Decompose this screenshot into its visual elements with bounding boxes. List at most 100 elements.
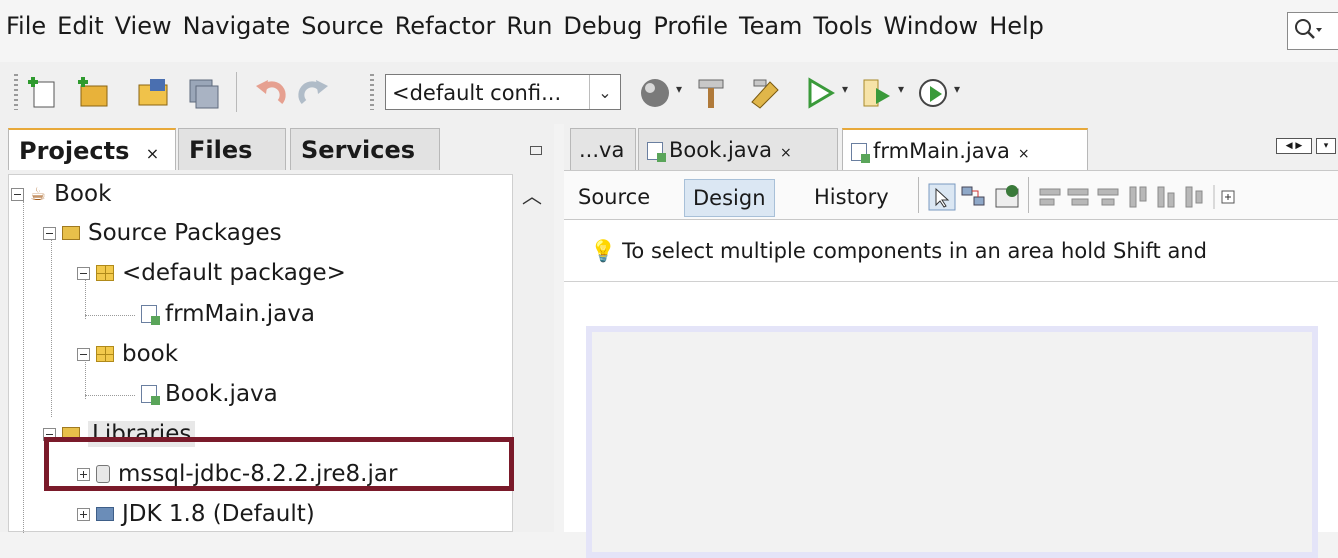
search-icon bbox=[1295, 19, 1322, 39]
tree-node-source-packages[interactable]: Source Packages bbox=[43, 214, 282, 252]
menu-help[interactable]: Help bbox=[989, 12, 1044, 40]
design-canvas[interactable] bbox=[564, 282, 1338, 558]
close-icon[interactable]: × bbox=[146, 144, 159, 163]
tree-guide bbox=[85, 395, 135, 396]
menu-window[interactable]: Window bbox=[884, 12, 979, 40]
menu-debug[interactable]: Debug bbox=[563, 12, 642, 40]
save-all-icon[interactable] bbox=[186, 76, 220, 110]
tree-node-default-package[interactable]: <default package> bbox=[77, 254, 346, 292]
tab-frmmain-java-label: frmMain.java bbox=[873, 139, 1010, 163]
coffee-cup-icon: ☕ bbox=[30, 183, 47, 205]
menu-refactor[interactable]: Refactor bbox=[395, 12, 496, 40]
tree-node-source-packages-label: Source Packages bbox=[88, 220, 282, 246]
expand-icon[interactable] bbox=[77, 507, 90, 521]
menu-source[interactable]: Source bbox=[301, 12, 383, 40]
tab-book-java[interactable]: Book.java × bbox=[638, 128, 838, 170]
tree-node-frmmain-label: frmMain.java bbox=[165, 301, 315, 327]
toolbar-separator bbox=[918, 177, 919, 213]
tab-files[interactable]: Files bbox=[178, 128, 286, 170]
tree-node-jdk[interactable]: JDK 1.8 (Default) bbox=[77, 495, 315, 533]
tree-node-frmmain[interactable]: frmMain.java bbox=[141, 295, 315, 333]
tree-node-book[interactable]: ☕ Book bbox=[11, 175, 111, 213]
menu-file[interactable]: File bbox=[6, 12, 46, 40]
menu-items: File Edit View Navigate Source Refactor … bbox=[6, 12, 1055, 40]
undo-icon[interactable] bbox=[254, 76, 288, 110]
build-hammer-icon[interactable] bbox=[694, 76, 728, 110]
form-file-icon bbox=[141, 305, 160, 325]
chevron-down-icon[interactable]: ⌄ bbox=[589, 75, 620, 109]
selection-mode-icon[interactable] bbox=[928, 183, 956, 211]
config-selector[interactable]: <default confi... ⌄ bbox=[385, 74, 621, 110]
tree-node-default-package-label: <default package> bbox=[122, 260, 346, 286]
minimize-panel-icon[interactable] bbox=[530, 146, 542, 155]
tree-node-book-java[interactable]: Book.java bbox=[141, 375, 278, 413]
highlight-box bbox=[44, 437, 514, 491]
debug-icon[interactable] bbox=[860, 76, 894, 110]
tree-node-book-package[interactable]: book bbox=[77, 335, 178, 373]
collapse-icon[interactable] bbox=[77, 347, 90, 361]
open-project-icon[interactable] bbox=[136, 76, 170, 110]
quick-search-box[interactable] bbox=[1287, 12, 1338, 50]
menu-navigate[interactable]: Navigate bbox=[183, 12, 291, 40]
menu-profile[interactable]: Profile bbox=[653, 12, 728, 40]
collapse-icon[interactable] bbox=[77, 266, 90, 280]
new-file-icon[interactable] bbox=[26, 76, 60, 110]
tab-services[interactable]: Services bbox=[290, 128, 440, 170]
profile-icon[interactable] bbox=[916, 76, 950, 110]
jdk-icon bbox=[96, 507, 114, 521]
form-file-icon bbox=[851, 143, 870, 163]
run-icon[interactable] bbox=[804, 76, 838, 110]
new-project-icon[interactable] bbox=[76, 76, 110, 110]
profile-dropdown-icon[interactable]: ▾ bbox=[954, 82, 960, 96]
java-file-icon bbox=[141, 385, 160, 405]
tab-book-java-label: Book.java bbox=[669, 138, 772, 162]
tab-services-label: Services bbox=[301, 136, 416, 164]
form-preview[interactable] bbox=[586, 326, 1318, 558]
tree-node-book-label: Book bbox=[54, 181, 112, 207]
editor-view-toolbar: Source Design History bbox=[564, 170, 1338, 220]
tree-guide bbox=[23, 201, 24, 533]
toolbar-separator bbox=[1028, 177, 1029, 213]
tab-files-label: Files bbox=[189, 136, 253, 164]
chevron-up-icon[interactable]: ︿ bbox=[522, 180, 542, 209]
view-design-button[interactable]: Design bbox=[684, 179, 775, 217]
config-value: <default confi... bbox=[392, 81, 562, 105]
editor-panel: ...va Book.java × frmMain.java × ◀ ▶ ▾ Sou… bbox=[564, 124, 1338, 558]
redo-icon[interactable] bbox=[296, 76, 330, 110]
preview-design-icon[interactable] bbox=[994, 183, 1022, 211]
run-dropdown-icon[interactable]: ▾ bbox=[842, 82, 848, 96]
tab-overflow-label: ...va bbox=[579, 138, 625, 162]
globe-icon[interactable] bbox=[638, 76, 672, 110]
menu-edit[interactable]: Edit bbox=[57, 12, 103, 40]
collapse-icon[interactable] bbox=[11, 187, 24, 201]
globe-dropdown-icon[interactable]: ▾ bbox=[676, 82, 682, 96]
menu-tools[interactable]: Tools bbox=[813, 12, 872, 40]
debug-dropdown-icon[interactable]: ▾ bbox=[898, 82, 904, 96]
view-source-button[interactable]: Source bbox=[570, 179, 658, 215]
folder-icon bbox=[62, 226, 80, 240]
toolbar-grip[interactable] bbox=[370, 74, 374, 110]
menu-bar: File Edit View Navigate Source Refactor … bbox=[0, 0, 1338, 62]
menu-run[interactable]: Run bbox=[506, 12, 552, 40]
tab-frmmain-java[interactable]: frmMain.java × bbox=[842, 128, 1088, 170]
connection-mode-icon[interactable] bbox=[960, 183, 988, 211]
tree-guide bbox=[85, 315, 135, 316]
clean-build-icon[interactable] bbox=[748, 76, 782, 110]
menu-view[interactable]: View bbox=[115, 12, 172, 40]
tree-node-jdk-label: JDK 1.8 (Default) bbox=[122, 501, 315, 527]
menu-team[interactable]: Team bbox=[739, 12, 802, 40]
tree-scrollbar[interactable]: ︿ bbox=[513, 174, 554, 532]
alignment-tools-icon[interactable] bbox=[1038, 185, 1248, 209]
tree-guide bbox=[51, 239, 52, 417]
package-icon bbox=[96, 265, 114, 281]
close-icon[interactable]: × bbox=[780, 145, 792, 161]
collapse-icon[interactable] bbox=[43, 226, 56, 240]
view-history-button[interactable]: History bbox=[806, 179, 897, 215]
scroll-tabs-icon[interactable]: ◀ ▶ bbox=[1276, 138, 1312, 154]
close-icon[interactable]: × bbox=[1018, 146, 1030, 162]
tab-projects[interactable]: Projects × bbox=[8, 128, 176, 170]
tab-overflow[interactable]: ...va bbox=[570, 128, 636, 170]
toolbar-grip[interactable] bbox=[14, 74, 18, 110]
main-toolbar: <default confi... ⌄ ▾ ▾ ▾ ▾ bbox=[0, 62, 1338, 124]
show-opened-documents-icon[interactable]: ▾ bbox=[1316, 138, 1336, 154]
